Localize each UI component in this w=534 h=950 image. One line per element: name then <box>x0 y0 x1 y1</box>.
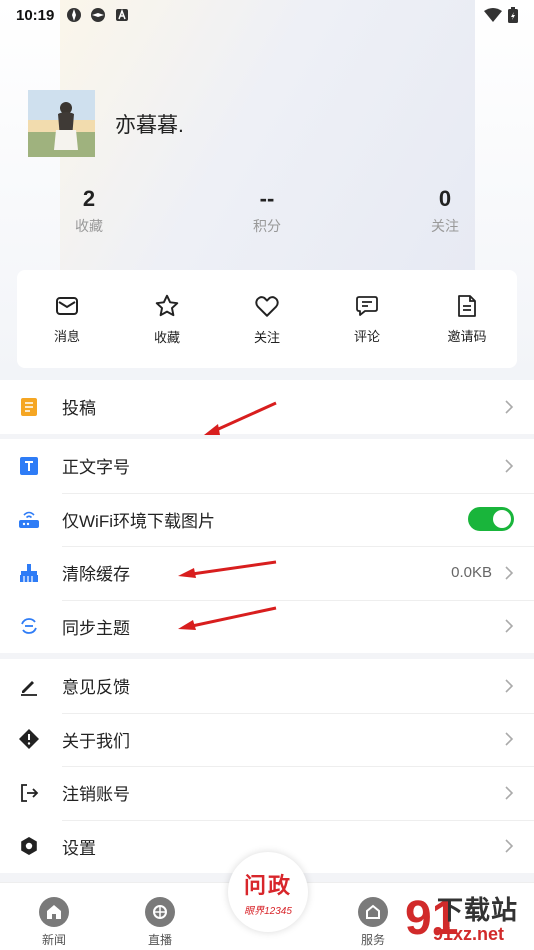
menu-item-cancel-account[interactable]: 注销账号 <box>0 766 534 820</box>
tab-service[interactable]: 服务 <box>343 897 403 948</box>
menu-group-account: 意见反馈 关于我们 注销账号 设置 <box>0 659 534 873</box>
settings-icon <box>18 835 40 857</box>
menu-item-label: 意见反馈 <box>62 678 130 698</box>
profile-info[interactable]: 亦暮暮. <box>28 90 184 157</box>
chevron-right-icon <box>505 400 514 414</box>
stat-label: 关注 <box>431 218 459 234</box>
chevron-right-icon <box>505 566 514 580</box>
service-icon <box>358 897 388 927</box>
menu-item-font-size[interactable]: 正文字号 <box>0 439 534 493</box>
chevron-right-icon <box>505 732 514 746</box>
home-icon <box>39 897 69 927</box>
chevron-right-icon <box>505 459 514 473</box>
quick-action-favorites[interactable]: 收藏 <box>122 293 212 346</box>
menu-item-label: 同步主题 <box>62 618 130 638</box>
document-icon <box>458 294 476 317</box>
quick-action-label: 评论 <box>353 328 380 344</box>
quick-action-label: 消息 <box>53 328 80 344</box>
menu-item-label: 正文字号 <box>62 458 130 478</box>
quick-action-label: 收藏 <box>153 329 180 345</box>
font-size-icon <box>18 455 40 477</box>
menu-item-label: 注销账号 <box>62 785 130 805</box>
wifi-router-icon <box>18 508 40 530</box>
stat-label: 收藏 <box>75 218 103 234</box>
comment-icon <box>356 295 378 316</box>
annotation-arrow <box>178 606 277 630</box>
app-notification-icon <box>91 8 106 22</box>
info-diamond-icon <box>18 728 40 750</box>
submit-icon <box>18 396 40 418</box>
menu-item-label: 投稿 <box>62 399 96 419</box>
wifi-images-toggle[interactable] <box>468 507 514 532</box>
annotation-arrow <box>204 401 277 435</box>
quick-action-label: 邀请码 <box>447 328 487 344</box>
toggle-knob <box>493 510 511 529</box>
sync-icon <box>18 615 40 637</box>
quick-action-messages[interactable]: 消息 <box>22 294 112 345</box>
avatar[interactable] <box>28 90 95 157</box>
font-notification-icon <box>116 8 129 21</box>
pencil-icon <box>18 675 40 697</box>
status-time: 10:19 <box>16 6 55 24</box>
chevron-right-icon <box>505 839 514 853</box>
chevron-right-icon <box>505 619 514 633</box>
menu-item-label: 关于我们 <box>62 731 130 751</box>
chevron-right-icon <box>505 679 514 693</box>
quick-action-invite-code[interactable]: 邀请码 <box>422 294 512 345</box>
stat-value: 2 <box>82 186 96 211</box>
watermark-title: 下载站 <box>437 895 519 925</box>
logout-icon <box>18 782 40 804</box>
watermark-logo: 91 下载站 91xz.net <box>405 888 534 950</box>
tab-wenzheng[interactable]: 问政 眼界12345 <box>228 852 308 932</box>
username: 亦暮暮. <box>115 113 184 137</box>
tab-label: 直播 <box>147 933 172 947</box>
stat-label: 积分 <box>253 218 281 234</box>
stat-following[interactable]: 0 关注 <box>400 186 490 236</box>
heart-icon <box>255 295 279 317</box>
quick-action-label: 关注 <box>253 329 280 345</box>
mail-icon <box>56 296 78 315</box>
menu-item-feedback[interactable]: 意见反馈 <box>0 659 534 713</box>
menu-item-label: 仅WiFi环境下载图片 <box>62 511 215 531</box>
avatar-image <box>28 90 95 157</box>
stat-value: -- <box>259 186 275 211</box>
annotation-arrow <box>178 560 277 578</box>
tab-label: 新闻 <box>41 933 66 947</box>
live-icon <box>145 897 175 927</box>
status-right <box>484 7 518 23</box>
cache-size-value: 0.0KB <box>451 564 492 582</box>
wifi-signal-icon <box>484 8 502 22</box>
app-notification-icon <box>67 8 82 22</box>
menu-item-about-us[interactable]: 关于我们 <box>0 712 534 767</box>
stat-favorites[interactable]: 2 收藏 <box>44 186 134 236</box>
status-bar: 10:19 <box>0 0 534 30</box>
tab-news[interactable]: 新闻 <box>24 897 84 948</box>
profile-stats: 2 收藏 -- 积分 0 关注 <box>0 186 534 246</box>
quick-actions-card: 消息 收藏 关注 评论 邀请码 <box>17 270 517 368</box>
tab-label: 服务 <box>360 933 385 947</box>
broom-icon <box>18 562 40 584</box>
star-icon <box>155 294 179 316</box>
quick-action-comments[interactable]: 评论 <box>322 294 412 345</box>
center-tab-subtitle: 眼界12345 <box>244 905 292 917</box>
watermark-subtitle: 91xz.net <box>433 924 505 944</box>
stat-points[interactable]: -- 积分 <box>222 186 312 236</box>
quick-action-following[interactable]: 关注 <box>222 293 312 346</box>
menu-item-wifi-images[interactable]: 仅WiFi环境下载图片 <box>0 492 534 547</box>
battery-icon <box>508 7 518 23</box>
center-tab-title: 问政 <box>243 872 292 898</box>
chevron-right-icon <box>505 786 514 800</box>
tab-live[interactable]: 直播 <box>130 897 190 948</box>
stat-value: 0 <box>438 186 452 211</box>
